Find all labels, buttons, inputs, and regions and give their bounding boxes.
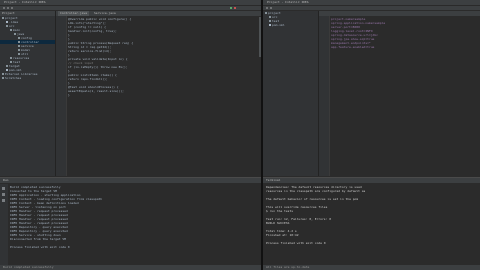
- open-icon[interactable]: [266, 7, 268, 9]
- save-icon[interactable]: [7, 7, 9, 9]
- run-panel-title: Run: [0, 178, 261, 183]
- folder-icon: [18, 41, 20, 43]
- tree-item-label: pom.xml: [272, 23, 285, 27]
- status-bar: Build completed successfully: [0, 265, 261, 270]
- code-editor[interactable]: project.name=sample spring.application.na…: [319, 11, 480, 176]
- clear-icon[interactable]: [2, 199, 5, 202]
- run-toolbar: [0, 184, 8, 265]
- folder-icon: [18, 45, 20, 47]
- terminal-tool-window: Terminal Dependencies: The default resou…: [263, 177, 480, 265]
- console-line: Process finished with exit code 0: [10, 245, 70, 249]
- run-icon[interactable]: [230, 7, 232, 9]
- file-icon: [6, 69, 8, 71]
- folder-icon: [2, 73, 4, 75]
- code-line: }: [68, 93, 70, 97]
- tree-item[interactable]: Scratches: [0, 76, 55, 80]
- folder-icon: [18, 37, 20, 39]
- editor-tabs: Controller.java Service.java: [56, 11, 261, 16]
- code-area[interactable]: @Override public void configure() { LOG.…: [68, 17, 259, 97]
- folder-icon: [2, 77, 4, 79]
- project-tree[interactable]: project .idea src main java config controller s…: [0, 16, 55, 80]
- folder-icon: [6, 25, 8, 27]
- project-tool-window: Project project .idea src main java config con…: [0, 11, 56, 176]
- folder-icon: [18, 53, 20, 55]
- folder-icon: [10, 29, 12, 31]
- line-number-gutter: [56, 16, 67, 176]
- stop-icon[interactable]: [2, 193, 5, 196]
- folder-icon: [269, 16, 271, 18]
- console-output[interactable]: Build completed successfully Connected to…: [10, 185, 259, 265]
- run-tool-window: Run Build completed successfully Connecte…: [0, 177, 261, 265]
- window-title: Project - IntelliJ IDEA: [267, 0, 309, 4]
- left-ide-window: Project - IntelliJ IDEA Project project.…: [0, 0, 261, 270]
- folder-icon: [14, 33, 16, 35]
- folder-icon: [18, 49, 20, 51]
- refresh-icon[interactable]: [11, 7, 13, 9]
- code-editor[interactable]: Controller.java Service.java @Override p…: [56, 11, 261, 176]
- toolbar: [0, 6, 261, 10]
- save-icon[interactable]: [270, 7, 272, 9]
- right-ide-window: Project - IntelliJ IDEA project src test po…: [263, 0, 480, 270]
- rerun-icon[interactable]: [2, 187, 5, 190]
- folder-icon: [2, 17, 4, 19]
- terminal-output[interactable]: Dependencies: The default resources dire…: [266, 185, 478, 265]
- terminal-title: Terminal: [263, 178, 480, 183]
- stop-icon[interactable]: [234, 7, 236, 9]
- tree-item-label: Scratches: [5, 76, 22, 80]
- file-icon: [269, 24, 271, 26]
- project-tool-window: project src test pom.xml: [263, 11, 319, 176]
- folder-icon: [10, 57, 12, 59]
- editor-tabs: [319, 11, 480, 16]
- status-bar: All files are up-to-date: [263, 265, 480, 270]
- code-area[interactable]: project.name=sample spring.application.na…: [331, 17, 478, 49]
- folder-icon: [10, 61, 12, 63]
- code-line: app.feature.enabled=true: [331, 45, 375, 49]
- folder-icon: [265, 12, 267, 14]
- open-icon[interactable]: [3, 7, 5, 9]
- tab-service[interactable]: Service.java: [92, 11, 118, 16]
- folder-icon: [6, 65, 8, 67]
- window-title: Project - IntelliJ IDEA: [4, 0, 46, 4]
- project-tree[interactable]: project src test pom.xml: [263, 11, 318, 27]
- toolbar: [263, 6, 480, 10]
- terminal-line: Process finished with exit code 0: [266, 241, 326, 245]
- file-icon: [6, 21, 8, 23]
- folder-icon: [269, 20, 271, 22]
- tree-item[interactable]: pom.xml: [263, 23, 318, 27]
- line-number-gutter: [319, 16, 330, 176]
